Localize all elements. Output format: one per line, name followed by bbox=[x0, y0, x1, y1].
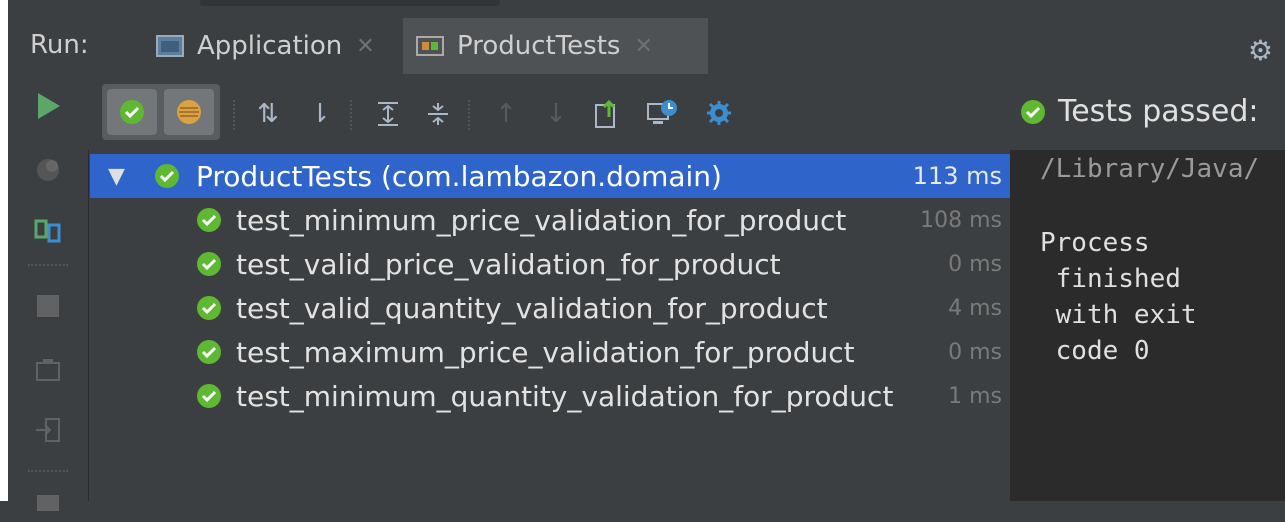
collapse-all-icon bbox=[428, 103, 448, 125]
previous-failed-button[interactable]: ↑ bbox=[486, 94, 526, 134]
test-name: test_maximum_price_validation_for_produc… bbox=[236, 335, 855, 369]
expand-all-button[interactable] bbox=[368, 94, 408, 134]
test-settings-button[interactable] bbox=[700, 94, 740, 134]
show-passed-button[interactable] bbox=[107, 89, 157, 135]
passed-icon bbox=[197, 340, 221, 364]
tab-application-label: Application bbox=[197, 31, 343, 61]
arrow-down-icon: ↓ bbox=[545, 99, 567, 129]
exit-icon bbox=[36, 418, 60, 442]
tab-product-tests[interactable]: ProductTests ✕ bbox=[403, 18, 708, 74]
tab-product-tests-label: ProductTests bbox=[457, 31, 621, 61]
test-name: test_minimum_price_validation_for_produc… bbox=[236, 203, 847, 237]
test-time: 4 ms bbox=[948, 295, 1002, 321]
show-ignored-button[interactable] bbox=[164, 89, 214, 135]
exit-button[interactable] bbox=[28, 410, 68, 450]
test-time: 0 ms bbox=[948, 339, 1002, 365]
left-toolbar bbox=[8, 78, 89, 511]
toggle-auto-test-button[interactable] bbox=[28, 210, 68, 250]
expand-all-icon bbox=[378, 102, 398, 126]
top-strip bbox=[0, 0, 1285, 14]
test-time: 108 ms bbox=[920, 207, 1002, 233]
console-output[interactable]: /Library/Java/ Process finished with exi… bbox=[1010, 150, 1285, 501]
status-text: Tests passed: bbox=[1058, 94, 1259, 129]
console-java-path: /Library/Java/ bbox=[1040, 154, 1260, 184]
passed-icon bbox=[197, 384, 221, 408]
test-suite-time: 113 ms bbox=[912, 162, 1002, 190]
sort-by-duration-button[interactable]: ⇂ bbox=[300, 94, 340, 134]
test-results-tree: ▼ ProductTests (com.lambazon.domain) 113… bbox=[90, 150, 1010, 501]
test-name: test_minimum_quantity_validation_for_pro… bbox=[236, 379, 894, 413]
rerun-failed-button[interactable] bbox=[28, 150, 68, 190]
passed-icon bbox=[197, 252, 221, 276]
console-line: code 0 bbox=[1040, 336, 1150, 366]
collapse-all-button[interactable] bbox=[418, 94, 458, 134]
console-line: with exit bbox=[1040, 300, 1197, 330]
test-row[interactable]: test_valid_price_validation_for_product … bbox=[90, 242, 1010, 286]
passed-icon bbox=[197, 296, 221, 320]
expand-arrow-icon[interactable]: ▼ bbox=[108, 164, 125, 189]
auto-test-icon bbox=[34, 219, 61, 243]
test-row[interactable]: test_valid_quantity_validation_for_produ… bbox=[90, 286, 1010, 330]
test-history-button[interactable] bbox=[642, 94, 682, 134]
arrow-up-icon: ↑ bbox=[495, 99, 517, 129]
dump-threads-button[interactable] bbox=[28, 350, 68, 390]
application-icon bbox=[155, 34, 185, 58]
export-results-button[interactable] bbox=[586, 94, 626, 134]
settings-gear-icon bbox=[707, 101, 731, 125]
filter-toggle-group bbox=[102, 84, 220, 140]
test-status: Tests passed: bbox=[1018, 94, 1259, 129]
test-suite-name: ProductTests (com.lambazon.domain) bbox=[196, 159, 722, 193]
test-config-icon bbox=[415, 34, 445, 58]
console-line: finished bbox=[1040, 264, 1181, 294]
ignored-filter-icon bbox=[177, 100, 201, 124]
passed-icon bbox=[197, 208, 221, 232]
export-icon bbox=[595, 99, 616, 128]
test-name: test_valid_price_validation_for_product bbox=[236, 247, 781, 281]
camera-icon bbox=[36, 359, 60, 381]
stop-button[interactable] bbox=[28, 286, 68, 326]
layout-icon bbox=[37, 495, 59, 511]
settings-gear-icon[interactable]: ⚙ bbox=[1248, 34, 1273, 67]
test-row[interactable]: test_minimum_quantity_validation_for_pro… bbox=[90, 374, 1010, 418]
sort-alphabetically-button[interactable]: ⇅ bbox=[248, 94, 288, 134]
passed-filter-icon bbox=[120, 100, 144, 124]
tab-application[interactable]: Application ✕ bbox=[143, 18, 398, 74]
test-time: 1 ms bbox=[948, 383, 1002, 409]
history-icon bbox=[647, 100, 677, 124]
sort-alpha-icon: ⇅ bbox=[257, 99, 279, 129]
passed-icon bbox=[155, 164, 179, 188]
test-name: test_valid_quantity_validation_for_produ… bbox=[236, 291, 828, 325]
run-label: Run: bbox=[30, 30, 89, 60]
tree-root-row[interactable]: ▼ ProductTests (com.lambazon.domain) 113… bbox=[90, 154, 1010, 198]
next-failed-button[interactable]: ↓ bbox=[536, 94, 576, 134]
stop-icon bbox=[37, 295, 59, 317]
run-tab-bar: Run: Application ✕ ProductTests ✕ ⚙ bbox=[8, 14, 1285, 79]
console-line: Process bbox=[1040, 228, 1150, 258]
test-row[interactable]: test_maximum_price_validation_for_produc… bbox=[90, 330, 1010, 374]
check-circle-icon bbox=[1021, 99, 1045, 124]
run-icon bbox=[38, 93, 60, 119]
rerun-failed-icon bbox=[37, 159, 59, 181]
close-icon[interactable]: ✕ bbox=[356, 34, 374, 59]
test-row[interactable]: test_minimum_price_validation_for_produc… bbox=[90, 198, 1010, 242]
rerun-button[interactable] bbox=[28, 86, 68, 126]
test-toolbar: ⇅ ⇂ ↑ ↓ Tests passed: bbox=[88, 78, 1285, 150]
close-icon[interactable]: ✕ bbox=[634, 34, 652, 59]
sort-duration-icon: ⇂ bbox=[309, 99, 331, 129]
layout-button[interactable] bbox=[28, 482, 68, 522]
test-time: 0 ms bbox=[948, 251, 1002, 277]
